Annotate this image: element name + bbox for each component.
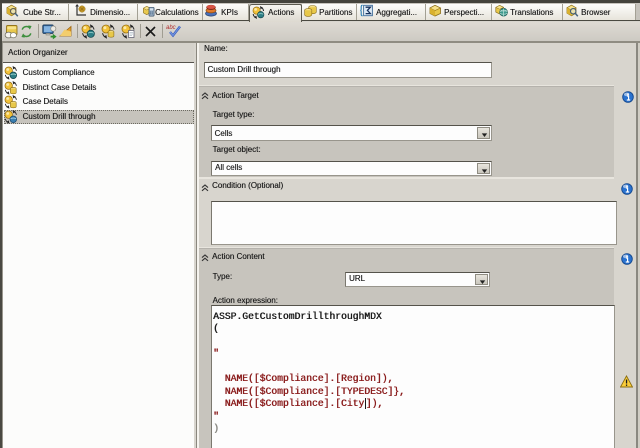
svg-text:abc: abc bbox=[166, 25, 176, 31]
